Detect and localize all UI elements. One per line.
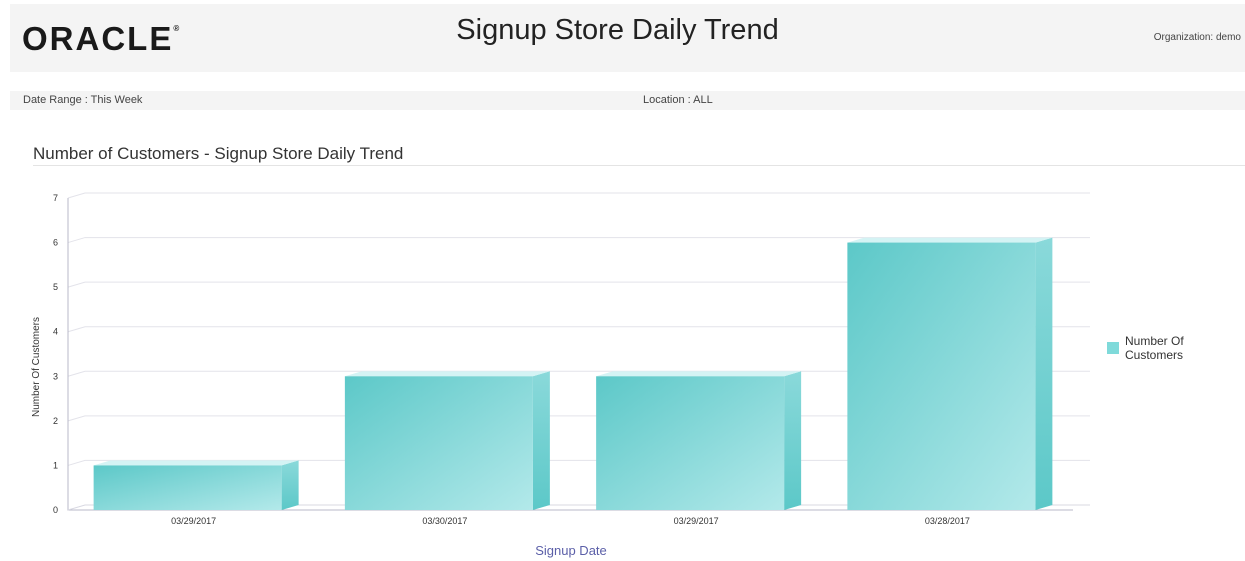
x-tick-label: 03/30/2017 (422, 516, 467, 526)
bar-top (596, 371, 802, 377)
bar-front (847, 242, 1036, 511)
bar-top (847, 237, 1053, 243)
bar-side (532, 371, 550, 510)
y-tick-label: 7 (53, 193, 58, 203)
y-tick-label: 4 (53, 327, 58, 337)
bar-side (1035, 237, 1053, 511)
bar-top (93, 460, 299, 466)
x-axis-label: Signup Date (535, 543, 607, 558)
gridline (67, 192, 1090, 199)
bar[interactable] (93, 460, 299, 510)
y-tick-label: 3 (53, 371, 58, 381)
x-tick-label: 03/29/2017 (674, 516, 719, 526)
legend-label-line1: Number Of (1125, 334, 1184, 348)
bar-chart: 0 1 2 3 4 5 6 7 03/29/2017 03/30/2017 03/29/2017 03… (31, 192, 1184, 558)
y-tick-label: 1 (53, 460, 58, 470)
bar-front (344, 376, 533, 510)
bar[interactable] (596, 371, 802, 510)
y-tick-label: 0 (53, 505, 58, 515)
y-tick-label: 5 (53, 282, 58, 292)
chart-bars (93, 237, 1053, 511)
x-tick-label: 03/28/2017 (925, 516, 970, 526)
bar-front (596, 376, 785, 510)
bar[interactable] (344, 371, 550, 510)
y-tick-label: 6 (53, 238, 58, 248)
bar-side (784, 371, 802, 510)
bar-top (344, 371, 550, 377)
y-tick-label: 2 (53, 416, 58, 426)
bar-side (281, 460, 299, 510)
bar[interactable] (847, 237, 1053, 511)
chart-legend[interactable]: Number Of Customers (1107, 334, 1184, 362)
legend-swatch (1107, 342, 1119, 354)
y-axis-label: Number Of Customers (31, 317, 42, 417)
x-tick-label: 03/29/2017 (171, 516, 216, 526)
legend-label-line2: Customers (1125, 348, 1183, 362)
bar-front (93, 465, 282, 510)
